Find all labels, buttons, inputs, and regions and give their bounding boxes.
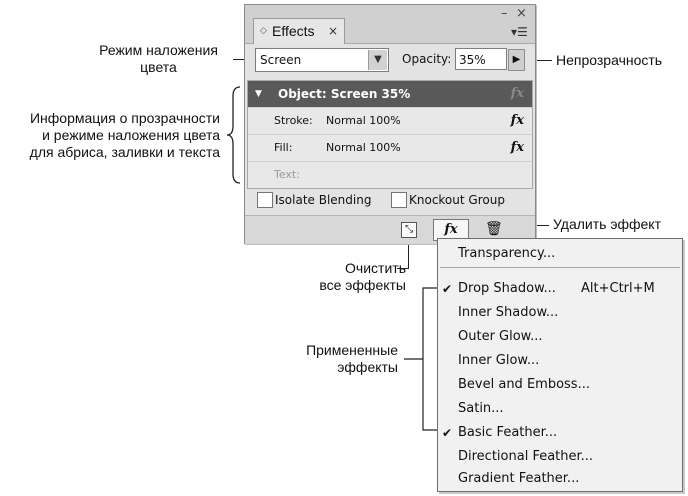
effects-panel: ◇ Effects × – × ▾☰ Screen ▼ Opacity: 35%…	[244, 4, 536, 244]
row-fill[interactable]: Fill: Normal 100% fx	[248, 135, 532, 162]
row-text[interactable]: Text:	[248, 162, 532, 188]
callout-applied-effects: Примененные эффекты	[276, 342, 398, 376]
callout-line: цвета	[140, 59, 177, 75]
fx-icon: fx	[510, 86, 524, 101]
menu-item-label: Inner Glow...	[458, 353, 540, 368]
menu-item-basic-feather[interactable]: ✔ Basic Feather...	[438, 421, 682, 445]
menu-item-bevel-emboss[interactable]: Bevel and Emboss...	[438, 373, 682, 397]
minimize-icon[interactable]: –	[501, 6, 508, 21]
menu-item-satin[interactable]: Satin...	[438, 397, 682, 421]
menu-item-gradient-feather[interactable]: Gradient Feather...	[438, 467, 682, 491]
callout-line: Примененные	[306, 342, 398, 358]
clear-effects-icon[interactable]: ⤡	[401, 222, 417, 238]
menu-item-inner-glow[interactable]: Inner Glow...	[438, 349, 682, 373]
checkbox-label: Knockout Group	[409, 193, 505, 207]
callout-line: для абриса, заливки и текста	[29, 144, 220, 160]
menu-item-inner-shadow[interactable]: Inner Shadow...	[438, 301, 682, 325]
callout-blend-mode: Режим наложения цвета	[86, 42, 231, 76]
menu-item-label: Basic Feather...	[458, 425, 558, 440]
callout-info: Информация о прозрачности и режиме налож…	[0, 110, 220, 161]
menu-item-label: Drop Shadow...	[458, 281, 556, 296]
checkbox-box[interactable]	[391, 192, 407, 208]
menu-item-label: Transparency...	[458, 246, 556, 261]
row-label: Object: Screen 35%	[278, 87, 411, 101]
row-mode: Normal 100%	[326, 141, 401, 154]
row-label: Text:	[274, 168, 300, 181]
callout-line: все эффекты	[319, 277, 406, 293]
tab-effects[interactable]: ◇ Effects ×	[253, 18, 345, 44]
opacity-input[interactable]: 35%	[455, 48, 507, 70]
checkmark-icon: ✔	[442, 426, 453, 440]
checkmark-icon: ✔	[442, 282, 453, 296]
leader-clear-h	[397, 268, 409, 269]
tab-close-icon[interactable]: ×	[328, 19, 338, 43]
row-object[interactable]: ▼ Object: Screen 35% fx	[248, 81, 532, 108]
menu-item-label: Directional Feather...	[458, 449, 594, 464]
fx-menu: Transparency... ✔ Drop Shadow... Alt+Ctr…	[437, 238, 683, 492]
menu-item-label: Outer Glow...	[458, 329, 543, 344]
menu-item-label: Bevel and Emboss...	[458, 377, 590, 392]
opacity-label: Opacity:	[402, 52, 452, 66]
effects-list: ▼ Object: Screen 35% fx Stroke: Normal 1…	[247, 80, 533, 189]
menu-item-label: Inner Shadow...	[458, 305, 559, 320]
blend-mode-select[interactable]: Screen ▼	[255, 48, 389, 72]
panel-menu-icon[interactable]: ▾☰	[511, 25, 528, 39]
checkbox-label: Isolate Blending	[275, 193, 372, 207]
callout-line: Информация о прозрачности	[29, 110, 220, 126]
brace-info	[226, 86, 241, 184]
checkbox-box[interactable]	[257, 192, 273, 208]
close-icon[interactable]: ×	[516, 6, 527, 21]
menu-item-directional-feather[interactable]: Directional Feather...	[438, 445, 682, 469]
callout-clear-effects: Очистить все эффекты	[264, 260, 406, 294]
diamond-icon: ◇	[260, 26, 267, 36]
menu-separator	[440, 267, 680, 268]
fx-icon[interactable]: fx	[511, 135, 524, 161]
callout-delete-effect: Удалить эффект	[553, 216, 662, 232]
menu-item-label: Gradient Feather...	[458, 471, 580, 486]
callout-line: Режим наложения	[99, 42, 218, 58]
disclosure-triangle-icon[interactable]: ▼	[255, 81, 262, 107]
menu-item-label: Satin...	[458, 401, 504, 416]
callout-line: Очистить	[345, 260, 406, 276]
row-mode: Normal 100%	[326, 114, 401, 127]
row-stroke[interactable]: Stroke: Normal 100% fx	[248, 108, 532, 135]
callout-opacity: Непрозрачность	[556, 52, 663, 68]
row-label: Stroke:	[274, 114, 313, 127]
bracket-applied	[404, 287, 437, 431]
tab-label: Effects	[272, 23, 315, 39]
panel-titlebar: ◇ Effects × – × ▾☰	[245, 5, 535, 44]
blend-mode-value: Screen	[260, 53, 302, 67]
menu-item-shortcut: Alt+Ctrl+M	[581, 281, 655, 296]
row-label: Fill:	[274, 141, 293, 154]
fx-icon[interactable]: fx	[511, 108, 524, 134]
menu-item-drop-shadow[interactable]: ✔ Drop Shadow... Alt+Ctrl+M	[438, 277, 682, 301]
callout-line: эффекты	[337, 359, 398, 375]
callout-line: и режиме наложения цвета	[42, 127, 220, 143]
chevron-right-icon[interactable]: ▶	[508, 49, 525, 71]
trash-icon[interactable]: 🗑	[485, 220, 503, 238]
menu-item-outer-glow[interactable]: Outer Glow...	[438, 325, 682, 349]
chevron-down-icon[interactable]: ▼	[368, 50, 387, 70]
menu-item-transparency[interactable]: Transparency...	[438, 242, 682, 266]
